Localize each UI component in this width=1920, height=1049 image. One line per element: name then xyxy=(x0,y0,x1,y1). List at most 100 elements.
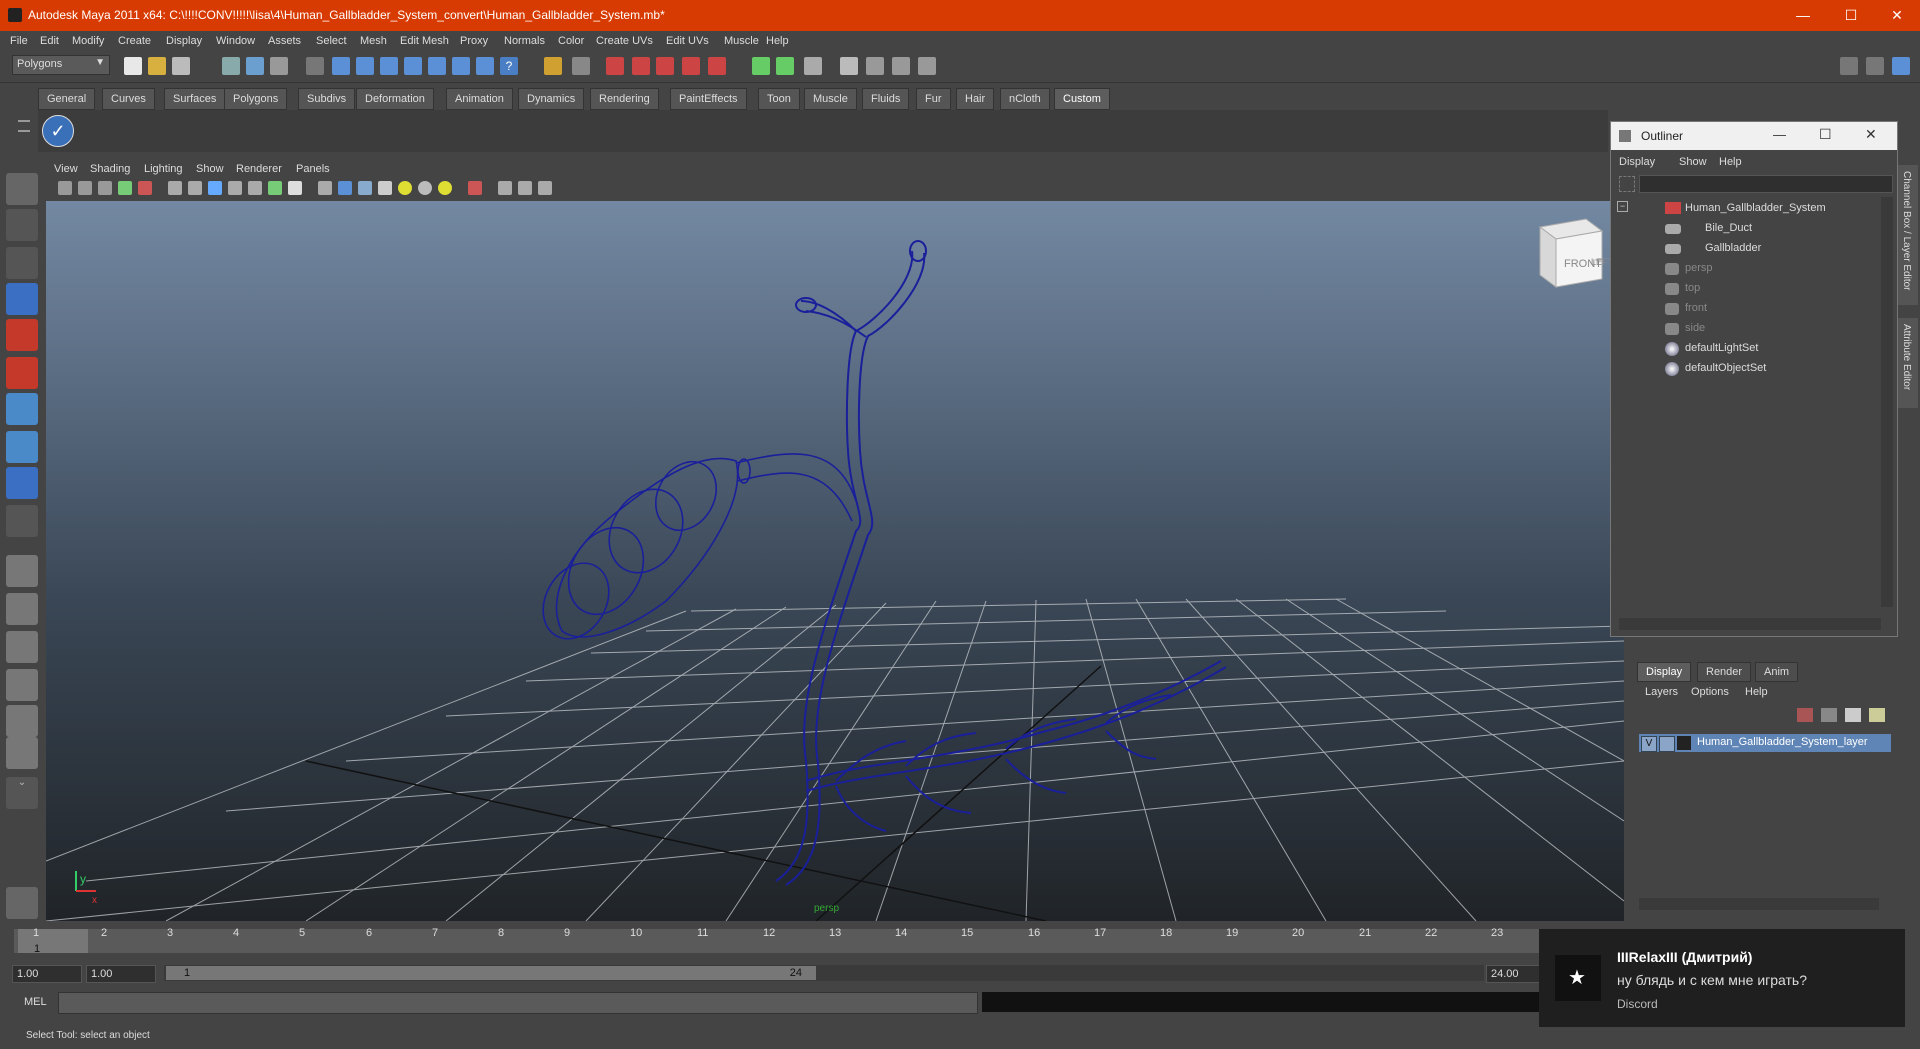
layout-outliner-icon[interactable] xyxy=(6,631,38,663)
menu-edit-uvs[interactable]: Edit UVs xyxy=(666,35,709,47)
menu-edit-mesh[interactable]: Edit Mesh xyxy=(400,35,449,47)
shelf-tab-custom[interactable]: Custom xyxy=(1054,88,1110,110)
checker-icon[interactable] xyxy=(378,181,392,195)
time-slider[interactable]: 1 1 2 3 4 5 6 7 8 9 10 11 12 13 14 15 16… xyxy=(0,925,1540,957)
outliner-close-icon[interactable]: ✕ xyxy=(1865,126,1877,143)
input-ops-icon[interactable] xyxy=(572,57,590,75)
menu-display[interactable]: Display xyxy=(166,35,202,47)
wireframe-icon[interactable] xyxy=(168,181,182,195)
range-handle[interactable]: 1 24 xyxy=(166,966,816,980)
panel-menu-lighting[interactable]: Lighting xyxy=(144,163,183,175)
shelf-tab-surfaces[interactable]: Surfaces xyxy=(164,88,226,110)
channel-box-toggle-icon[interactable] xyxy=(1840,57,1858,75)
shelf-tab-subdivs[interactable]: Subdivs xyxy=(298,88,356,110)
layout-single-icon[interactable] xyxy=(6,555,38,587)
outliner-item-front[interactable]: front xyxy=(1611,299,1881,319)
outliner-horizontal-scrollbar[interactable] xyxy=(1619,618,1881,630)
xray-icon[interactable] xyxy=(498,181,512,195)
flat-shade-icon[interactable] xyxy=(228,181,242,195)
perspective-viewport[interactable]: FRONT LEFT y x persp xyxy=(46,201,1624,921)
render-view-icon[interactable] xyxy=(6,887,38,919)
playblast-icon[interactable] xyxy=(892,57,910,75)
outliner-item-gallbladder[interactable]: Gallbladder xyxy=(1611,239,1881,259)
wire-on-shaded-icon[interactable] xyxy=(358,181,372,195)
outliner-filter-input[interactable] xyxy=(1639,175,1893,193)
clapper-icon[interactable] xyxy=(866,57,884,75)
layer-playback-toggle[interactable] xyxy=(1659,736,1675,752)
graph-editor-icon[interactable] xyxy=(918,57,936,75)
select-tool-icon[interactable] xyxy=(6,173,38,205)
layer-horizontal-scrollbar[interactable] xyxy=(1639,898,1879,910)
layout-more-icon[interactable]: ⌄ xyxy=(6,777,38,809)
outliner-minimize-icon[interactable]: — xyxy=(1773,127,1786,142)
view-cube[interactable] xyxy=(1538,218,1604,288)
shelf-tab-general[interactable]: General xyxy=(38,88,96,110)
channel-box-side-tab[interactable]: Channel Box / Layer Editor xyxy=(1898,165,1918,305)
construction-history-icon[interactable] xyxy=(632,57,650,75)
menu-create[interactable]: Create xyxy=(118,35,151,47)
smooth-shade-icon[interactable] xyxy=(208,181,222,195)
select-by-hierarchy-icon[interactable] xyxy=(222,57,240,75)
layer-menu-layers[interactable]: Layers xyxy=(1645,686,1678,698)
layer-tab-anim[interactable]: Anim xyxy=(1755,662,1799,682)
shelf-tab-muscle[interactable]: Muscle xyxy=(804,88,857,110)
shelf-tab-deformation[interactable]: Deformation xyxy=(356,88,434,110)
texture-icon[interactable] xyxy=(268,181,282,195)
outliner-item-default-light-set[interactable]: defaultLightSet xyxy=(1611,339,1881,359)
panel-menu-view[interactable]: View xyxy=(54,163,78,175)
shelf-tab-hair[interactable]: Hair xyxy=(956,88,995,110)
bounding-box-icon[interactable] xyxy=(248,181,262,195)
menu-color[interactable]: Color xyxy=(558,35,584,47)
shelf-tab-polygons[interactable]: Polygons xyxy=(224,88,288,110)
panel-menu-shading[interactable]: Shading xyxy=(90,163,130,175)
universal-manipulator-icon[interactable] xyxy=(6,393,38,425)
scale-tool-icon[interactable] xyxy=(6,357,38,389)
all-lights-icon[interactable] xyxy=(418,181,432,195)
move-tool-icon[interactable] xyxy=(6,283,38,315)
share-icon[interactable] xyxy=(538,181,552,195)
layer-tab-render[interactable]: Render xyxy=(1697,662,1752,682)
menu-modify[interactable]: Modify xyxy=(72,35,104,47)
checkmark-shelf-icon[interactable]: ✓ xyxy=(42,115,74,147)
maximize-icon[interactable]: ☐ xyxy=(1828,0,1874,31)
shelf-menu-icon[interactable] xyxy=(14,112,34,152)
add-selected-layer-icon[interactable] xyxy=(1845,708,1861,722)
shelf-tab-fluids[interactable]: Fluids xyxy=(862,88,910,110)
tool-settings-toggle-icon[interactable] xyxy=(1866,57,1884,75)
render-settings-icon[interactable] xyxy=(804,57,822,75)
snap-surface-icon[interactable] xyxy=(452,57,470,75)
show-manipulator-icon[interactable] xyxy=(6,467,38,499)
magnet-icon[interactable] xyxy=(708,57,726,75)
shadows-icon[interactable] xyxy=(438,181,452,195)
menu-muscle[interactable]: Muscle xyxy=(724,35,759,47)
layer-tab-display[interactable]: Display xyxy=(1637,662,1692,682)
layer-options-icon[interactable] xyxy=(1869,708,1885,722)
snap-curve-icon[interactable] xyxy=(356,57,374,75)
ipr-render-icon[interactable] xyxy=(776,57,794,75)
start-time-field[interactable]: 1.00 xyxy=(12,965,82,983)
outliner-item-bile-duct[interactable]: Bile_Duct xyxy=(1611,219,1881,239)
close-icon[interactable]: ✕ xyxy=(1874,0,1920,31)
menu-proxy[interactable]: Proxy xyxy=(460,35,488,47)
menu-mesh[interactable]: Mesh xyxy=(360,35,387,47)
layer-menu-options[interactable]: Options xyxy=(1691,686,1729,698)
layout-four-icon[interactable] xyxy=(6,593,38,625)
shelf-tab-rendering[interactable]: Rendering xyxy=(590,88,659,110)
snap-mesh-icon[interactable] xyxy=(476,57,494,75)
attribute-editor-toggle-icon[interactable] xyxy=(1892,57,1910,75)
grid-toggle-icon[interactable] xyxy=(188,181,202,195)
hypershade-icon[interactable] xyxy=(840,57,858,75)
select-by-object-icon[interactable] xyxy=(246,57,264,75)
outliner-menu-display[interactable]: Display xyxy=(1619,156,1655,168)
outliner-filter-icon[interactable] xyxy=(1619,176,1635,192)
box-display-icon[interactable] xyxy=(318,181,332,195)
bookmark-icon[interactable] xyxy=(98,181,112,195)
make-live-icon[interactable] xyxy=(428,57,446,75)
layout-uv-icon[interactable] xyxy=(6,737,38,769)
camera-lock-icon[interactable] xyxy=(78,181,92,195)
menu-normals[interactable]: Normals xyxy=(504,35,545,47)
menu-create-uvs[interactable]: Create UVs xyxy=(596,35,653,47)
range-track[interactable]: 1 24 xyxy=(164,965,1484,981)
command-input[interactable] xyxy=(58,992,978,1014)
shelf-tab-animation[interactable]: Animation xyxy=(446,88,513,110)
